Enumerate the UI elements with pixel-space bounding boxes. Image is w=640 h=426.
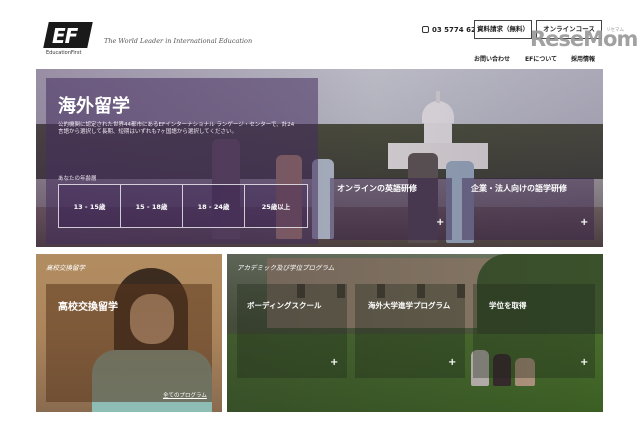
plus-icon[interactable]: + <box>580 358 588 368</box>
nav-contact[interactable]: お問い合わせ <box>474 54 510 63</box>
exchange-title[interactable]: 高校交換留学 <box>58 298 118 313</box>
age-option-25-plus[interactable]: 25歳以上 <box>245 185 307 227</box>
plus-icon[interactable]: + <box>448 358 456 368</box>
online-english-title[interactable]: オンラインの英語研修 <box>337 183 417 194</box>
ef-logo[interactable]: EF EducationFirst <box>43 22 94 56</box>
phone-icon <box>422 26 429 33</box>
all-programs-link[interactable]: 全てのプログラム <box>163 391 207 399</box>
university-pathway-title[interactable]: 海外大学進学プログラム <box>368 300 450 311</box>
plus-icon[interactable]: + <box>580 218 588 228</box>
resemom-watermark-small: リセマム <box>606 28 624 33</box>
boarding-school-title[interactable]: ボーディングスクール <box>247 300 321 311</box>
degree-panel[interactable] <box>473 284 595 378</box>
brochure-request-button[interactable]: 資料請求（無料） <box>474 20 532 39</box>
nav-careers[interactable]: 採用情報 <box>571 54 595 63</box>
age-option-15-18[interactable]: 15 - 18歳 <box>121 185 183 227</box>
plus-icon[interactable]: + <box>330 358 338 368</box>
tagline: The World Leader in International Educat… <box>104 37 253 45</box>
hero-title: 海外留学 <box>58 96 130 117</box>
age-option-18-24[interactable]: 18 - 24歳 <box>183 185 245 227</box>
nav-about-ef[interactable]: EFについて <box>525 54 557 63</box>
page-bottom <box>36 414 603 426</box>
exchange-category-label: 高校交換留学 <box>46 264 85 272</box>
age-group-label: あなたの年齢層 <box>58 176 97 182</box>
age-selector: 13 - 15歳 15 - 18歳 18 - 24歳 25歳以上 <box>58 184 308 228</box>
academic-category-label: アカデミック及び学位プログラム <box>237 264 335 272</box>
logo-letters: EF <box>52 24 78 48</box>
site-header: EF EducationFirst The World Leader in In… <box>0 0 640 68</box>
corporate-language-title[interactable]: 企業・法人向けの語学研修 <box>471 183 567 194</box>
age-option-13-15[interactable]: 13 - 15歳 <box>59 185 121 227</box>
degree-title[interactable]: 学位を取得 <box>489 300 527 311</box>
hero-description: 公的機関に認定された世界44都市にあるEFインターナショナル ランゲージ・センタ… <box>58 122 295 135</box>
plus-icon[interactable]: + <box>436 218 444 228</box>
logo-subtitle: EducationFirst <box>46 50 82 56</box>
